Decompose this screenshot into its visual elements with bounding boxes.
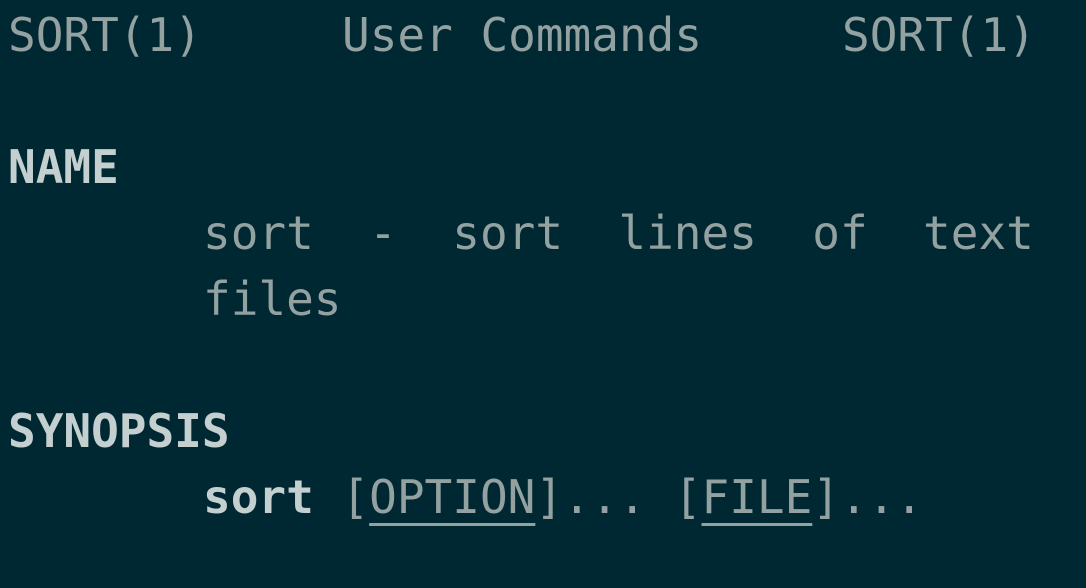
synopsis-bracket: ]... [ — [535, 470, 702, 524]
header-left: SORT(1) — [8, 8, 202, 62]
synopsis-bracket: ]... — [812, 470, 924, 524]
man-header: SORT(1) User Commands SORT(1) — [8, 2, 1086, 68]
name-description-line1: sort - sort lines of text — [203, 206, 1034, 260]
synopsis-file-arg: FILE — [701, 470, 813, 524]
synopsis-command: sort — [203, 470, 314, 524]
synopsis-line: sort [OPTION]... [FILE]... — [203, 464, 923, 530]
name-description-line2: files — [203, 272, 342, 326]
header-right: SORT(1) — [842, 8, 1036, 62]
section-name-heading: NAME — [8, 140, 119, 194]
synopsis-bracket: [ — [313, 470, 370, 524]
header-center: User Commands — [342, 8, 703, 62]
synopsis-option-arg: OPTION — [369, 470, 536, 524]
section-synopsis-heading: SYNOPSIS — [8, 404, 230, 458]
